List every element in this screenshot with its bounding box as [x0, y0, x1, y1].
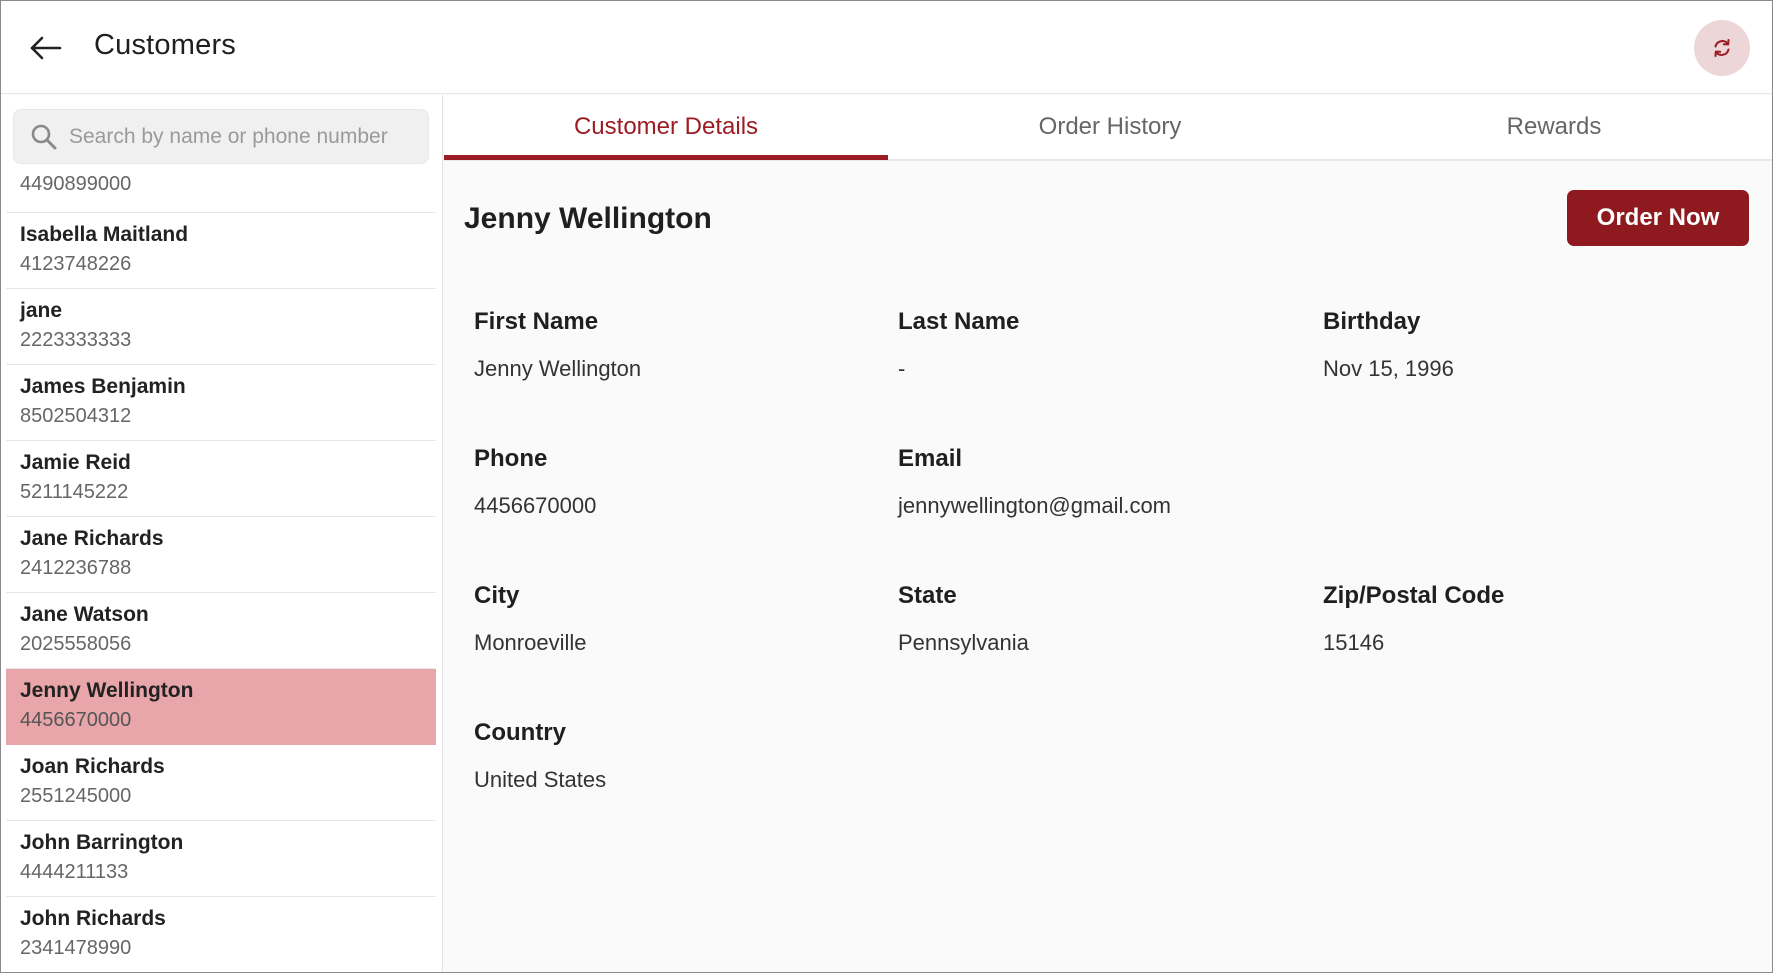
customer-list-item[interactable]: John Richards 2341478990 — [6, 897, 436, 972]
customer-name: John Barrington — [20, 831, 184, 854]
field-label: State — [898, 582, 957, 609]
field-value: Jenny Wellington — [474, 356, 642, 381]
field-label: Birthday — [1323, 308, 1421, 335]
refresh-icon — [1714, 39, 1730, 57]
customer-phone: 2551245000 — [20, 785, 132, 807]
back-button[interactable] — [23, 28, 69, 68]
customer-phone: 4444211133 — [20, 861, 129, 883]
field-label: Last Name — [898, 308, 1020, 335]
customer-phone: 4123748226 — [20, 253, 132, 275]
field-value: jennywellington@gmail.com — [898, 493, 1172, 518]
customer-detail-name: Jenny Wellington — [464, 202, 712, 235]
app-window: Customers 4490899000 — [0, 0, 1773, 973]
field-value: United States — [474, 767, 607, 792]
customer-name: jane — [20, 299, 63, 322]
app-header: Customers — [1, 1, 1772, 94]
field-last-name: Last Name - — [898, 308, 1298, 382]
field-birthday: Birthday Nov 15, 1996 — [1323, 308, 1723, 382]
customer-name: John Richards — [20, 907, 166, 930]
tab-bar: Customer Details Order History Rewards — [444, 95, 1772, 161]
customer-list-item[interactable]: Joan Richards 2551245000 — [6, 745, 436, 821]
customer-phone: 2223333333 — [20, 329, 132, 351]
tab-order-history[interactable]: Order History — [888, 95, 1332, 159]
customer-details-panel: Jenny Wellington Order Now First Name Je… — [444, 162, 1772, 972]
customer-phone: 8502504312 — [20, 405, 132, 427]
field-value: Monroeville — [474, 630, 587, 655]
field-label: Email — [898, 445, 963, 472]
field-label: Zip/Postal Code — [1323, 582, 1505, 609]
customer-list-item[interactable]: John Barrington 4444211133 — [6, 821, 436, 897]
order-now-button[interactable]: Order Now — [1567, 190, 1749, 246]
field-country: Country United States — [474, 719, 874, 793]
field-email: Email jennywellington@gmail.com — [898, 445, 1298, 519]
field-first-name: First Name Jenny Wellington — [474, 308, 874, 382]
tab-label: Customer Details — [573, 113, 759, 140]
field-state: State Pennsylvania — [898, 582, 1298, 656]
field-zip: Zip/Postal Code 15146 — [1323, 582, 1723, 656]
customer-name: Jane Richards — [20, 527, 164, 550]
refresh-button[interactable] — [1694, 20, 1750, 76]
customer-phone: 4490899000 — [20, 173, 132, 195]
customer-list-item[interactable]: Isabella Maitland 4123748226 — [6, 213, 436, 289]
customer-list-item[interactable]: James Benjamin 8502504312 — [6, 365, 436, 441]
customer-name: Jamie Reid — [20, 451, 131, 474]
customer-sidebar: 4490899000 Isabella Maitland 4123748226 … — [1, 95, 443, 972]
field-label: Country — [474, 719, 566, 746]
tab-customer-details[interactable]: Customer Details — [444, 95, 888, 160]
field-value: Pennsylvania — [898, 630, 1029, 655]
customer-phone: 4456670000 — [20, 709, 132, 731]
customer-list-item[interactable]: Jamie Reid 5211145222 — [6, 441, 436, 517]
customer-list-item[interactable]: Jane Watson 2025558056 — [6, 593, 436, 669]
customer-list: 4490899000 Isabella Maitland 4123748226 … — [6, 167, 436, 972]
customer-phone: 2025558056 — [20, 633, 132, 655]
field-phone: Phone 4456670000 — [474, 445, 874, 519]
customer-phone: 2412236788 — [20, 557, 132, 579]
tab-label: Rewards — [1506, 113, 1602, 140]
customer-list-item[interactable]: Jane Richards 2412236788 — [6, 517, 436, 593]
customer-list-item[interactable]: jane 2223333333 — [6, 289, 436, 365]
field-value: 4456670000 — [474, 493, 597, 518]
field-city: City Monroeville — [474, 582, 874, 656]
customer-phone: 5211145222 — [20, 481, 129, 503]
page-title: Customers — [94, 29, 236, 61]
arrow-left-icon — [30, 36, 62, 60]
customer-phone: 2341478990 — [20, 937, 132, 959]
field-label: First Name — [474, 308, 599, 335]
search-box — [13, 109, 429, 164]
customer-list-item-selected[interactable]: Jenny Wellington 4456670000 — [6, 669, 436, 745]
customer-name: Jenny Wellington — [20, 679, 194, 702]
customer-name: Jane Watson — [20, 603, 149, 626]
field-value: Nov 15, 1996 — [1323, 356, 1454, 381]
field-value: 15146 — [1323, 630, 1385, 655]
customer-name: Isabella Maitland — [20, 223, 189, 246]
tab-rewards[interactable]: Rewards — [1332, 95, 1772, 159]
customer-list-item[interactable]: 4490899000 — [6, 167, 436, 213]
customer-name: James Benjamin — [20, 375, 186, 398]
customer-name: Joan Richards — [20, 755, 165, 778]
field-label: Phone — [474, 445, 548, 472]
field-value: - — [898, 356, 906, 381]
tab-label: Order History — [1038, 113, 1182, 140]
search-icon — [30, 123, 58, 151]
field-label: City — [474, 582, 520, 609]
active-tab-indicator — [444, 155, 888, 160]
search-input[interactable] — [69, 118, 419, 156]
